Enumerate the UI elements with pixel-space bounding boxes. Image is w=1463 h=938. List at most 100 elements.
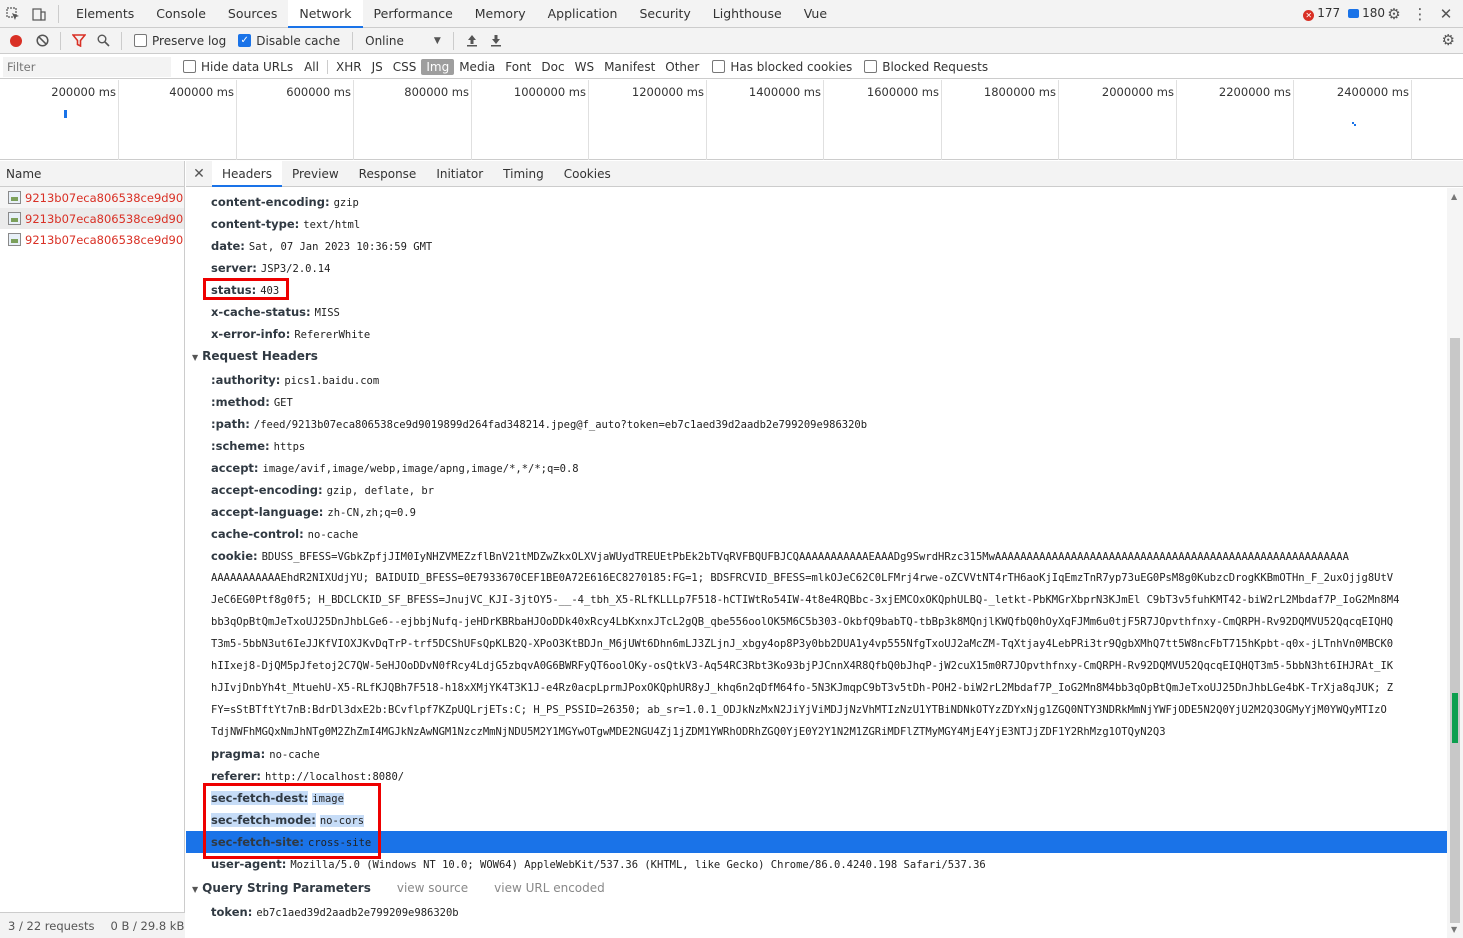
scroll-down-icon[interactable]: ▼ <box>1451 925 1457 934</box>
timeline-tick-label: 1800000 ms <box>983 85 1056 99</box>
preserve-log-checkbox[interactable]: Preserve log <box>134 34 226 48</box>
search-icon[interactable] <box>91 30 115 52</box>
search-match-marker <box>1452 693 1458 743</box>
request-timing-mark <box>64 110 67 118</box>
throttling-select[interactable]: Online ▼ <box>365 34 441 48</box>
timeline-tick-label: 2200000 ms <box>1218 85 1291 99</box>
detail-tab-initiator[interactable]: Initiator <box>426 161 493 187</box>
filter-type-css[interactable]: CSS <box>388 59 422 75</box>
header-row[interactable]: :path:/feed/9213b07eca806538ce9d9019899d… <box>211 415 867 434</box>
timeline-gridline <box>706 80 707 160</box>
header-row[interactable]: accept-encoding: gzip, deflate, br <box>211 481 434 500</box>
view-source-link[interactable]: view source <box>397 881 468 895</box>
detail-tab-timing[interactable]: Timing <box>493 161 554 187</box>
cookie-header[interactable]: cookie: BDUSS_BFESS=VGbkZpfjJIM0IyNHZVMEZ… <box>211 545 1446 568</box>
filter-type-doc[interactable]: Doc <box>536 59 569 75</box>
view-url-encoded-link[interactable]: view URL encoded <box>494 881 605 895</box>
request-row[interactable]: 9213b07eca806538ce9d90... <box>0 187 184 208</box>
header-row[interactable]: server: JSP3/2.0.14 <box>211 259 330 278</box>
blocked-requests-checkbox[interactable]: Blocked Requests <box>864 60 988 74</box>
header-row[interactable]: content-type: text/html <box>211 215 360 234</box>
header-row[interactable]: accept: image/avif,image/webp,image/apng,… <box>211 459 579 478</box>
device-toolbar-icon[interactable] <box>26 1 52 27</box>
timeline-tick-label: 400000 ms <box>169 85 234 99</box>
header-row[interactable]: date: Sat, 07 Jan 2023 10:36:59 GMT <box>211 237 432 256</box>
query-param-row[interactable]: token: eb7c1aed39d2aadb2e799209e986320b <box>211 903 459 922</box>
vertical-scrollbar[interactable]: ▲ ▼ <box>1447 188 1463 938</box>
name-column-header[interactable]: Name <box>0 161 184 187</box>
filter-type-font[interactable]: Font <box>500 59 536 75</box>
tab-vue[interactable]: Vue <box>793 0 838 28</box>
detail-tab-headers[interactable]: Headers <box>212 160 282 187</box>
inspect-element-icon[interactable] <box>0 1 26 27</box>
settings-gear-icon[interactable]: ⚙ <box>1383 3 1405 25</box>
record-button[interactable] <box>10 34 22 47</box>
filter-type-media[interactable]: Media <box>454 59 500 75</box>
filter-input[interactable] <box>3 56 171 77</box>
tab-network[interactable]: Network <box>288 0 363 28</box>
tab-elements[interactable]: Elements <box>65 0 145 28</box>
tab-lighthouse[interactable]: Lighthouse <box>702 0 793 28</box>
header-row[interactable]: accept-language: zh-CN,zh;q=0.9 <box>211 503 416 522</box>
disable-cache-checkbox[interactable]: ✓ Disable cache <box>238 34 340 48</box>
scroll-up-icon[interactable]: ▲ <box>1451 192 1457 201</box>
collapse-triangle-icon[interactable]: ▼ <box>192 353 198 362</box>
timeline-gridline <box>1411 80 1412 160</box>
has-blocked-cookies-checkbox[interactable]: Has blocked cookies <box>712 60 852 74</box>
request-row[interactable]: 9213b07eca806538ce9d90... <box>0 208 184 229</box>
header-row[interactable]: content-encoding: gzip <box>211 193 359 212</box>
filter-type-img[interactable]: Img <box>421 58 455 75</box>
tab-performance[interactable]: Performance <box>363 0 464 28</box>
header-row[interactable]: :scheme: https <box>211 437 305 456</box>
timeline-gridline <box>1176 80 1177 160</box>
scrollbar-thumb[interactable] <box>1450 338 1460 923</box>
tab-memory[interactable]: Memory <box>464 0 537 28</box>
request-row[interactable]: 9213b07eca806538ce9d90... <box>0 229 184 250</box>
more-options-icon[interactable]: ⋮ <box>1409 3 1431 25</box>
detail-tab-response[interactable]: Response <box>349 161 427 187</box>
export-har-icon[interactable] <box>484 30 508 52</box>
param-name: token: <box>211 905 253 919</box>
header-row[interactable]: :authority: pics1.baidu.com <box>211 371 379 390</box>
header-row[interactable]: cache-control: no-cache <box>211 525 358 544</box>
tab-console[interactable]: Console <box>145 0 217 28</box>
header-row[interactable]: pragma: no-cache <box>211 745 320 764</box>
request-name: 9213b07eca806538ce9d90... <box>25 211 184 226</box>
clear-icon[interactable] <box>30 30 54 52</box>
error-count[interactable]: ✕ 177 <box>1303 6 1340 21</box>
network-summary-bar: 3 / 22 requests 0 B / 29.8 kB t <box>0 912 185 938</box>
cookie-value-line: hIIxej8-DjQM5pJfetoj2C7QW-5eHJOoDDvN0fRc… <box>211 660 1394 672</box>
tab-security[interactable]: Security <box>628 0 701 28</box>
close-devtools-icon[interactable]: ✕ <box>1435 3 1457 25</box>
filter-icon[interactable] <box>67 30 91 52</box>
network-settings-gear-icon[interactable]: ⚙ <box>1442 31 1455 49</box>
tab-sources[interactable]: Sources <box>217 0 288 28</box>
filter-type-all[interactable]: All <box>299 59 324 75</box>
detail-tab-preview[interactable]: Preview <box>282 161 349 187</box>
filter-type-ws[interactable]: WS <box>570 59 599 75</box>
filter-type-other[interactable]: Other <box>660 59 704 75</box>
header-row[interactable]: x-error-info: RefererWhite <box>211 325 370 344</box>
detail-tab-cookies[interactable]: Cookies <box>554 161 621 187</box>
hide-data-urls-checkbox[interactable]: Hide data URLs <box>183 60 293 74</box>
issue-counts[interactable]: ✕ 177 180 <box>1303 6 1385 21</box>
network-overview-timeline[interactable]: 200000 ms 400000 ms 600000 ms 800000 ms 1000… <box>0 80 1463 160</box>
timeline-tick-label: 1000000 ms <box>513 85 586 99</box>
header-value: https <box>273 441 306 453</box>
collapse-triangle-icon[interactable]: ▼ <box>192 885 198 894</box>
message-count[interactable]: 180 <box>1348 6 1385 21</box>
filter-type-xhr[interactable]: XHR <box>331 59 367 75</box>
header-name: cookie: <box>211 549 258 563</box>
close-detail-icon[interactable]: ✕ <box>186 166 212 182</box>
header-row[interactable]: :method: GET <box>211 393 293 412</box>
tab-application[interactable]: Application <box>537 0 629 28</box>
query-string-section[interactable]: ▼ Query String Parameters view source view … <box>192 881 605 895</box>
header-value: JSP3/2.0.14 <box>260 263 331 275</box>
filter-type-js[interactable]: JS <box>367 59 388 75</box>
header-row[interactable]: user-agent: Mozilla/5.0 (Windows NT 10.0;… <box>211 855 986 874</box>
import-har-icon[interactable] <box>460 30 484 52</box>
filter-type-manifest[interactable]: Manifest <box>599 59 660 75</box>
request-headers-section[interactable]: ▼ Request Headers <box>192 349 318 363</box>
header-name: :authority: <box>211 373 281 387</box>
header-row[interactable]: x-cache-status: MISS <box>211 303 340 322</box>
